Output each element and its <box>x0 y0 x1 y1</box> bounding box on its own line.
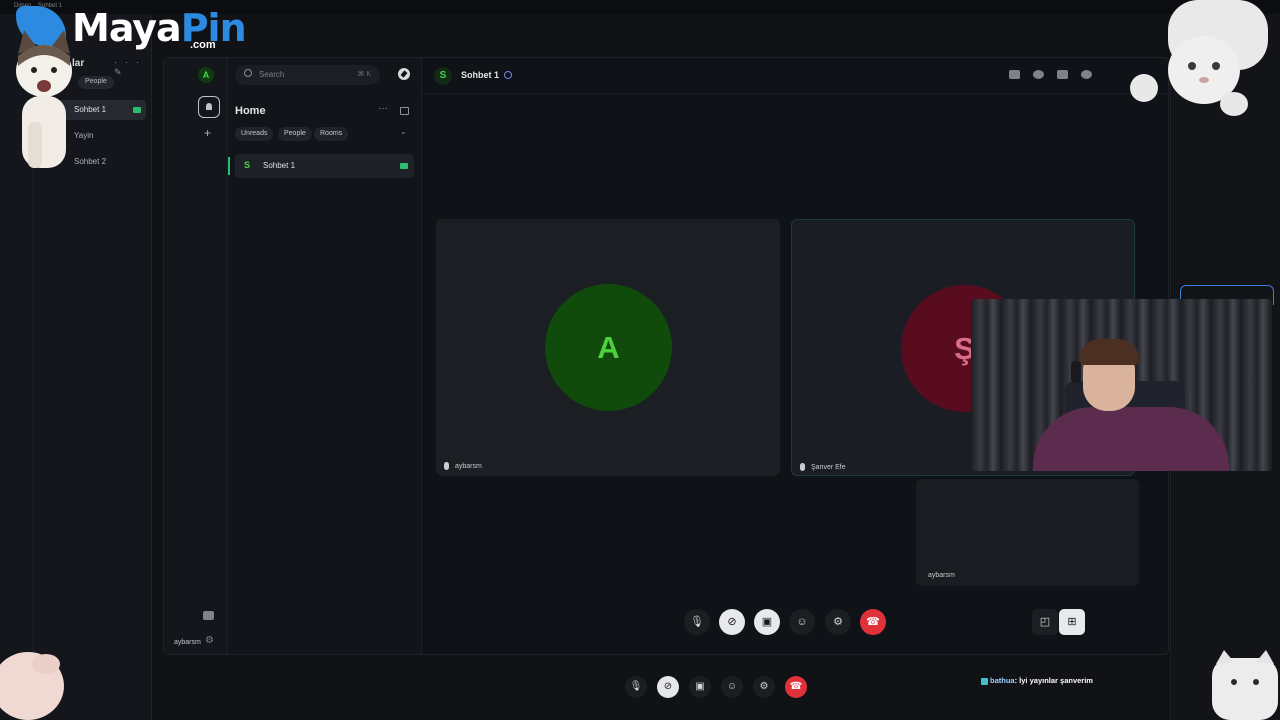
space-rail: A + aybarsm ⚙ <box>164 58 228 654</box>
room-list-item[interactable]: S Sohbet 1 <box>228 154 414 178</box>
active-indicator <box>228 157 230 175</box>
microphone-button[interactable]: 🎙 <box>684 609 710 635</box>
cat-sticker-icon <box>1212 650 1278 720</box>
webcam-overlay <box>971 299 1272 471</box>
room-avatar: S <box>244 160 251 170</box>
chat-badge-icon <box>981 677 988 685</box>
chat-message: bathua: İyi yayınlar şanverim <box>981 676 1093 685</box>
reaction-button[interactable]: ☺ <box>789 609 815 635</box>
room-header: S Sohbet 1 <box>422 58 1168 94</box>
cat-sticker-icon <box>16 30 72 168</box>
participant-name: aybarsm <box>455 463 482 470</box>
grid-icon: ⊞ <box>1067 616 1077 628</box>
emoji-icon: ☺ <box>796 616 808 628</box>
outer-reaction-button[interactable]: ☺ <box>721 676 743 698</box>
camera-off-icon: ⊘ <box>727 616 737 628</box>
chat-icon[interactable] <box>1033 70 1044 79</box>
camera-off-icon: ⊘ <box>663 681 673 692</box>
screen-share-button[interactable]: ▣ <box>754 609 780 635</box>
video-call-icon[interactable] <box>1009 70 1020 79</box>
cat-paw-sticker-icon <box>0 652 64 720</box>
outer-microphone-button[interactable]: 🎙 <box>625 676 647 698</box>
picture-in-picture-icon: ◰ <box>1039 616 1051 628</box>
threads-icon[interactable] <box>203 611 214 620</box>
chat-text: : İyi yayınlar şanverim <box>1014 676 1093 685</box>
participant-tile[interactable]: A aybarsm <box>436 219 780 476</box>
hang-up-button[interactable]: ☎ <box>860 609 886 635</box>
video-call-icon <box>400 163 408 169</box>
more-options-icon[interactable]: ··· <box>378 103 388 114</box>
rail-username: aybarsm <box>174 639 201 646</box>
explore-rooms-icon[interactable] <box>398 68 410 80</box>
home-space-button[interactable] <box>198 96 220 118</box>
self-view-tile[interactable]: aybarsm <box>916 479 1139 586</box>
participant-name: Şanver Efe <box>811 464 846 471</box>
room-list-sidebar: Search ⌘ K Home ··· Unreads People Rooms… <box>228 58 422 654</box>
search-input[interactable]: Search ⌘ K <box>235 65 380 85</box>
outer-hang-up-button[interactable]: ☎ <box>785 676 807 698</box>
microphone-icon <box>444 462 449 470</box>
grid-layout-button[interactable]: ⊞ <box>1059 609 1085 635</box>
filter-chip-rooms[interactable]: Rooms <box>314 127 349 141</box>
filter-chip-unreads[interactable]: Unreads <box>235 127 274 141</box>
cat-sticker-icon <box>1130 0 1268 116</box>
outer-camera-button[interactable]: ⊘ <box>657 676 679 698</box>
room-header-title: Sohbet 1 <box>461 70 500 80</box>
outer-people-chip[interactable]: People <box>78 76 114 89</box>
search-placeholder: Search <box>259 70 285 79</box>
filter-chip-people[interactable]: People <box>278 127 312 141</box>
microphone-icon: 🎙 <box>690 616 704 628</box>
public-room-icon <box>504 71 512 79</box>
camera-toggle-button[interactable]: ⊘ <box>719 609 745 635</box>
outer-sidebar-header-icons[interactable]: ··· ✎ <box>114 57 151 78</box>
outer-screen-share-button[interactable]: ▣ <box>689 676 711 698</box>
streamer-hair <box>1079 339 1139 365</box>
threads-icon[interactable] <box>1057 70 1068 79</box>
compose-icon[interactable] <box>400 107 409 115</box>
participant-name: aybarsm <box>928 572 955 579</box>
search-shortcut: ⌘ K <box>357 71 371 78</box>
user-avatar[interactable]: A <box>198 67 214 83</box>
room-name: Sohbet 1 <box>263 161 296 170</box>
logo-domain: .com <box>190 39 216 51</box>
emoji-icon: ☺ <box>726 681 738 692</box>
microphone-icon <box>800 463 805 471</box>
screen-share-icon: ▣ <box>695 681 705 692</box>
video-icon <box>133 107 141 113</box>
screen-share-icon: ▣ <box>761 616 773 628</box>
chevron-down-icon[interactable]: ⌄ <box>400 127 407 136</box>
logo-text: MayaPin <box>72 6 247 50</box>
outer-settings-button[interactable]: ⚙ <box>753 676 775 698</box>
pip-button[interactable]: ◰ <box>1032 609 1058 635</box>
hang-up-icon: ☎ <box>866 616 880 628</box>
chat-username: bathua <box>990 676 1015 685</box>
streamer-body <box>1033 407 1229 471</box>
info-icon[interactable] <box>1081 70 1092 79</box>
room-header-avatar: S <box>434 67 452 85</box>
headset-icon <box>1071 361 1081 383</box>
participant-avatar: A <box>545 284 672 411</box>
settings-icon[interactable]: ⚙ <box>205 635 214 646</box>
search-icon <box>244 69 252 77</box>
gear-icon: ⚙ <box>759 681 769 692</box>
microphone-icon: 🎙 <box>629 681 643 692</box>
home-title: Home <box>235 105 266 117</box>
home-icon <box>206 103 212 110</box>
call-settings-button[interactable]: ⚙ <box>825 609 851 635</box>
add-space-button[interactable]: + <box>204 126 211 140</box>
hang-up-icon: ☎ <box>789 681 803 692</box>
gear-icon: ⚙ <box>833 616 843 628</box>
